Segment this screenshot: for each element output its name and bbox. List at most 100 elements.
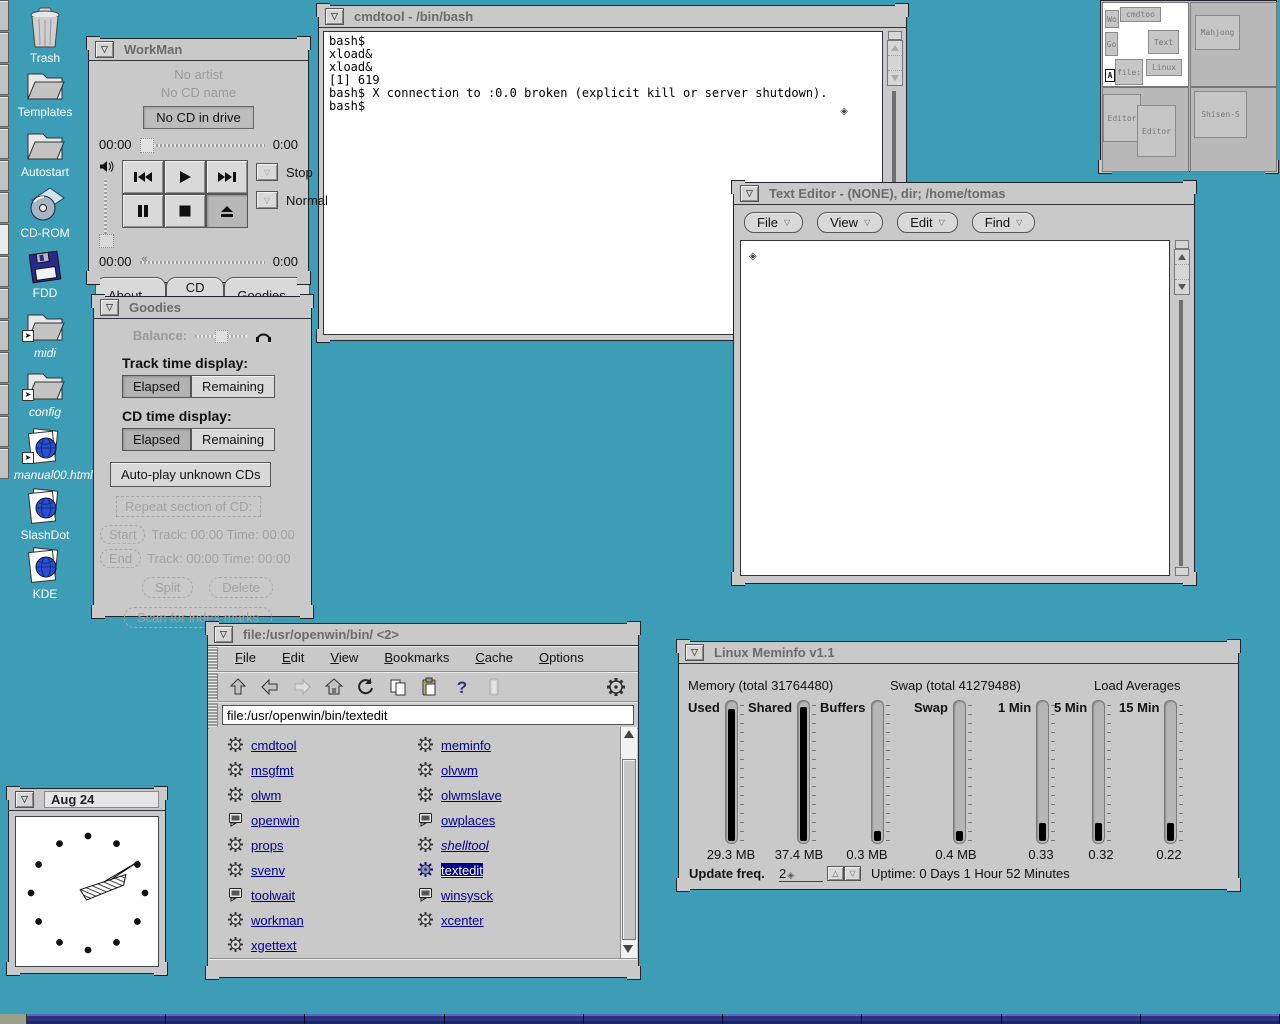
file-item-msgfmt[interactable]: msgfmt [227, 758, 417, 783]
pager-mini-window[interactable]: Text [1148, 30, 1179, 54]
update-freq-input[interactable]: 2◈ [779, 866, 823, 882]
freq-decrease-button[interactable]: ▽ [844, 866, 861, 881]
file-link[interactable]: openwin [251, 813, 299, 828]
split-button[interactable]: Split [142, 577, 193, 598]
play-button[interactable] [164, 160, 206, 194]
desktop-icon-kde[interactable]: KDE [14, 547, 76, 601]
balance-slider[interactable] [195, 330, 247, 342]
file-item-xcenter[interactable]: xcenter [417, 908, 620, 933]
pager-mini-window[interactable]: Go [1105, 32, 1118, 56]
file-item-workman[interactable]: workman [227, 908, 417, 933]
file-link[interactable]: toolwait [251, 888, 295, 903]
left-panel-segment[interactable] [0, 224, 9, 255]
taskbar-window-button[interactable] [584, 1014, 723, 1024]
goodies-window[interactable]: ▽ Goodies Balance: Track time display: E… [93, 296, 312, 617]
workman-window[interactable]: ▽ WorkMan No artist No CD name No CD in … [88, 38, 309, 283]
file-link[interactable]: workman [251, 913, 304, 928]
file-link[interactable]: owplaces [441, 813, 495, 828]
taskbar-window-button[interactable] [27, 1014, 166, 1024]
texteditor-scrollbar[interactable] [1173, 240, 1190, 576]
clock-window[interactable]: ▽ Aug 24 [8, 788, 166, 974]
track-position-slider[interactable] [140, 138, 265, 152]
file-link[interactable]: props [251, 838, 284, 853]
help-icon[interactable]: ? [448, 675, 476, 699]
eject-button[interactable] [206, 194, 248, 228]
pager-mini-window[interactable]: Mahjong [1195, 15, 1240, 50]
cd-remaining-toggle[interactable]: Remaining [191, 428, 275, 451]
left-panel-segment[interactable] [0, 352, 9, 383]
file-item-xgettext[interactable]: xgettext [227, 933, 417, 958]
left-panel-segment[interactable] [0, 160, 9, 191]
pager-mini-window[interactable]: Wo [1105, 10, 1119, 28]
left-panel-segment[interactable] [0, 96, 9, 127]
meminfo-window[interactable]: ▽ Linux Meminfo v1.1 Memory (total 31764… [678, 641, 1239, 890]
file-item-owplaces[interactable]: owplaces [417, 808, 620, 833]
delete-button[interactable]: Delete [209, 577, 273, 598]
file-link[interactable]: xcenter [441, 913, 484, 928]
menu-item-bookmarks[interactable]: Bookmarks [372, 646, 461, 669]
location-input[interactable] [222, 705, 634, 725]
window-menu-button[interactable]: ▽ [740, 185, 759, 202]
file-item-olwm[interactable]: olwm [227, 783, 417, 808]
autoplay-button[interactable]: Auto-play unknown CDs [110, 462, 271, 487]
repeat-start-button[interactable]: Start [100, 525, 145, 544]
taskbar-window-button[interactable] [862, 1014, 1001, 1024]
cd-position-slider[interactable]: « [140, 255, 265, 269]
texteditor-titlebar[interactable]: ▽ Text Editor - (NONE), dir; /home/tomas [734, 183, 1194, 205]
left-panel-segment[interactable] [0, 32, 9, 63]
file-link[interactable]: textedit [441, 863, 483, 878]
file-item-textedit[interactable]: textedit [417, 858, 620, 883]
volume-control[interactable] [99, 160, 114, 248]
pager-mini-window[interactable]: file: [1115, 59, 1143, 85]
repeat-end-button[interactable]: End [100, 549, 141, 568]
file-item-winsysck[interactable]: winsysck [417, 883, 620, 908]
pager-mini-window[interactable]: Linux [1146, 59, 1182, 76]
file-link[interactable]: olwmslave [441, 788, 502, 803]
menu-button-find[interactable]: Find▽ [972, 212, 1035, 233]
taskbar-stub[interactable] [0, 1014, 27, 1024]
left-panel-segment[interactable] [0, 256, 9, 287]
file-list-area[interactable]: cmdtoolmsgfmtolwmopenwinpropssvenvtoolwa… [209, 727, 637, 958]
desktop-icon-templates[interactable]: Templates [14, 67, 76, 119]
window-menu-button[interactable]: ▽ [325, 8, 344, 25]
menu-button-view[interactable]: View▽ [817, 212, 883, 233]
track-remaining-toggle[interactable]: Remaining [191, 375, 275, 398]
left-panel-segment[interactable] [0, 448, 9, 479]
cmdtool-titlebar[interactable]: ▽ cmdtool - /bin/bash [319, 6, 906, 28]
pager-desktop-2[interactable]: Mahjong [1190, 2, 1277, 87]
desktop-icon-trash[interactable]: Trash [14, 7, 76, 65]
scroll-down-icon[interactable] [623, 945, 633, 953]
file-item-olvwm[interactable]: olvwm [417, 758, 620, 783]
menubar-grip[interactable] [208, 647, 218, 670]
goodies-titlebar[interactable]: ▽ Goodies [94, 297, 311, 319]
file-link[interactable]: olvwm [441, 763, 478, 778]
workman-titlebar[interactable]: ▽ WorkMan [89, 39, 308, 61]
back-icon[interactable] [256, 675, 284, 699]
pause-button[interactable] [122, 194, 164, 228]
menu-button-file[interactable]: File▽ [744, 212, 803, 233]
file-item-props[interactable]: props [227, 833, 417, 858]
taskbar[interactable] [0, 1014, 1280, 1024]
taskbar-window-button[interactable] [166, 1014, 305, 1024]
pager-mini-window[interactable]: Editor [1103, 94, 1141, 142]
forward-icon[interactable] [288, 675, 316, 699]
left-panel-segment[interactable] [0, 288, 9, 319]
file-item-svenv[interactable]: svenv [227, 858, 417, 883]
pager-mini-window[interactable]: Shisen-S [1194, 91, 1247, 138]
desktop-icon-midi[interactable]: ➤midi [14, 308, 76, 360]
play-mode-menu-button[interactable]: ▽ [256, 163, 278, 181]
file-link[interactable]: xgettext [251, 938, 297, 953]
scroll-up-icon[interactable] [624, 730, 634, 738]
scrollbar-thumb[interactable] [622, 759, 636, 940]
left-panel-segment[interactable] [0, 416, 9, 447]
left-panel-segment[interactable] [0, 64, 9, 95]
left-panel-segment[interactable] [0, 192, 9, 223]
clock-titlebar[interactable]: ▽ Aug 24 [9, 789, 165, 811]
file-item-olwmslave[interactable]: olwmslave [417, 783, 620, 808]
window-menu-button[interactable]: ▽ [214, 626, 233, 643]
file-link[interactable]: meminfo [441, 738, 491, 753]
file-item-shelltool[interactable]: shelltool [417, 833, 620, 858]
window-menu-button[interactable]: ▽ [100, 299, 119, 316]
texteditor-content[interactable]: ◈ [740, 240, 1170, 576]
file-link[interactable]: olwm [251, 788, 281, 803]
